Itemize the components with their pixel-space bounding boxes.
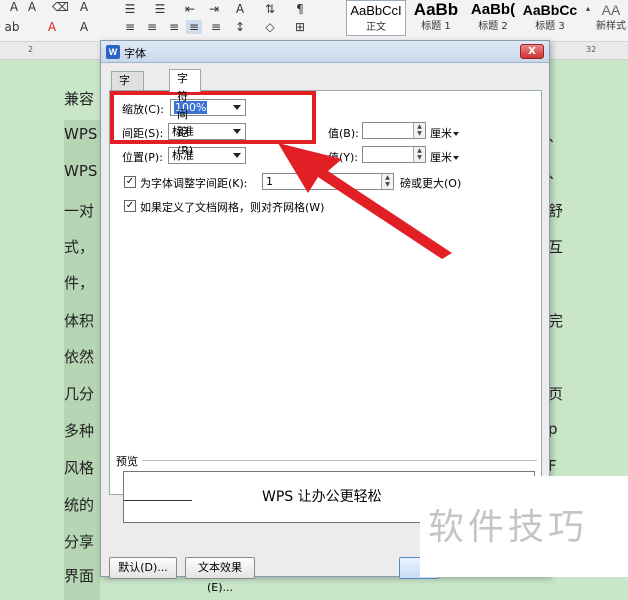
doc-line: 几分 bbox=[64, 385, 95, 403]
ribbon: A A ⌫ A ab A A ☰ ☰ ⇤ ⇥ A ⇅ ¶ ≡ ≡ ≡ ≡ ≡ ↕… bbox=[0, 0, 628, 42]
snap-grid-checkbox[interactable]: ✓ bbox=[124, 200, 136, 212]
doc-line: 体积 bbox=[64, 312, 95, 330]
border-icon[interactable]: ⊞ bbox=[292, 20, 308, 34]
dialog-titlebar[interactable]: W 字体 X bbox=[101, 41, 549, 63]
doc-line: 风格 bbox=[64, 459, 95, 477]
font-size-decrease-icon[interactable]: A bbox=[24, 0, 40, 14]
ruler-mark: 32 bbox=[586, 45, 597, 54]
doc-right-fragment: 舒 bbox=[548, 202, 564, 220]
line-spacing-icon[interactable]: ↕ bbox=[232, 20, 248, 34]
doc-line: WPS bbox=[64, 162, 98, 180]
style-heading-1[interactable]: AaBb 标题 1 bbox=[408, 0, 464, 36]
doc-line: 多种 bbox=[64, 422, 95, 440]
style-sample: AaBb( bbox=[470, 1, 516, 18]
shading-icon[interactable]: ◇ bbox=[262, 20, 278, 34]
text-effects-button[interactable]: 文本效果(E)... bbox=[185, 557, 255, 594]
highlight-icon[interactable]: ab bbox=[4, 20, 20, 34]
kerning-label: 为字体调整字间距(K): bbox=[140, 177, 248, 190]
preview-text: WPS 让办公更轻松 bbox=[262, 489, 382, 505]
style-sample: AaBb bbox=[413, 0, 459, 19]
font-color-icon[interactable]: A bbox=[44, 20, 60, 34]
distribute-icon[interactable]: ≡ bbox=[208, 20, 224, 34]
align-left-icon[interactable]: ≡ bbox=[122, 20, 138, 34]
align-right-icon[interactable]: ≡ bbox=[166, 20, 182, 34]
doc-line: 兼容 bbox=[64, 90, 95, 108]
close-button[interactable]: X bbox=[520, 44, 544, 59]
watermark-text: 软件技巧 bbox=[428, 507, 589, 548]
style-sample: AA bbox=[601, 2, 621, 18]
align-center-icon[interactable]: ≡ bbox=[144, 20, 160, 34]
increase-indent-icon[interactable]: ⇥ bbox=[206, 2, 222, 16]
wps-logo-icon: W bbox=[106, 45, 120, 59]
doc-line: 一对 bbox=[64, 202, 95, 220]
default-button[interactable]: 默认(D)... bbox=[109, 557, 177, 579]
preview-divider bbox=[142, 460, 537, 461]
position-label: 位置(P): bbox=[122, 151, 163, 164]
bullet-list-icon[interactable]: ☰ bbox=[122, 2, 138, 16]
doc-line: WPS bbox=[64, 125, 98, 143]
style-normal[interactable]: AaBbCcI 正文 bbox=[346, 0, 406, 36]
numbered-list-icon[interactable]: ☰ bbox=[152, 2, 168, 16]
doc-right-fragment: 完 bbox=[548, 312, 564, 330]
style-new[interactable]: AA 新样式 bbox=[594, 0, 628, 36]
doc-line: 分享 bbox=[64, 533, 95, 551]
justify-icon[interactable]: ≡ bbox=[186, 20, 202, 34]
red-arrow-icon bbox=[278, 143, 452, 259]
tab-character-spacing[interactable]: 字符间距(R) bbox=[169, 69, 202, 157]
style-label: 标题 3 bbox=[535, 21, 565, 32]
style-sample: AaBbCcI bbox=[350, 3, 402, 18]
clear-format-icon[interactable]: ⌫ bbox=[52, 0, 69, 14]
doc-right-fragment: 互 bbox=[548, 238, 564, 256]
style-label: 标题 1 bbox=[421, 21, 451, 32]
doc-line: 界面 bbox=[64, 567, 95, 585]
decrease-indent-icon[interactable]: ⇤ bbox=[182, 2, 198, 16]
doc-right-fragment: 页 bbox=[548, 385, 564, 403]
style-label: 正文 bbox=[366, 22, 386, 33]
doc-line: 件， bbox=[64, 274, 95, 292]
style-heading-3[interactable]: AaBbCc 标题 3 bbox=[522, 0, 578, 36]
font-size-increase-icon[interactable]: A bbox=[6, 0, 22, 14]
sort-icon[interactable]: ⇅ bbox=[262, 2, 278, 16]
style-heading-2[interactable]: AaBb( 标题 2 bbox=[464, 0, 522, 36]
char-shading-icon[interactable]: A bbox=[76, 20, 92, 34]
show-marks-icon[interactable]: ¶ bbox=[292, 2, 308, 16]
style-label: 标题 2 bbox=[478, 21, 508, 32]
doc-line: 依然 bbox=[64, 348, 95, 366]
doc-line: 统的 bbox=[64, 496, 95, 514]
style-sample: AaBbCc bbox=[522, 2, 578, 18]
style-label: 新样式 bbox=[596, 21, 626, 32]
phonetic-icon[interactable]: A bbox=[76, 0, 92, 14]
doc-line: 式， bbox=[64, 238, 95, 256]
ruler-mark: 2 bbox=[28, 45, 34, 54]
kerning-checkbox[interactable]: ✓ bbox=[124, 176, 136, 188]
watermark: 软件技巧 bbox=[420, 476, 628, 577]
chevron-down-icon bbox=[233, 153, 241, 158]
preview-label: 预览 bbox=[116, 455, 138, 468]
preview-baseline bbox=[124, 500, 192, 501]
doc-right-fragment: 、 bbox=[548, 164, 564, 182]
tab-font[interactable]: 字体(N) bbox=[111, 71, 144, 123]
dialog-title: 字体 bbox=[124, 47, 146, 60]
doc-right-fragment: 、 bbox=[548, 127, 564, 145]
chinese-layout-icon[interactable]: A bbox=[232, 2, 248, 16]
